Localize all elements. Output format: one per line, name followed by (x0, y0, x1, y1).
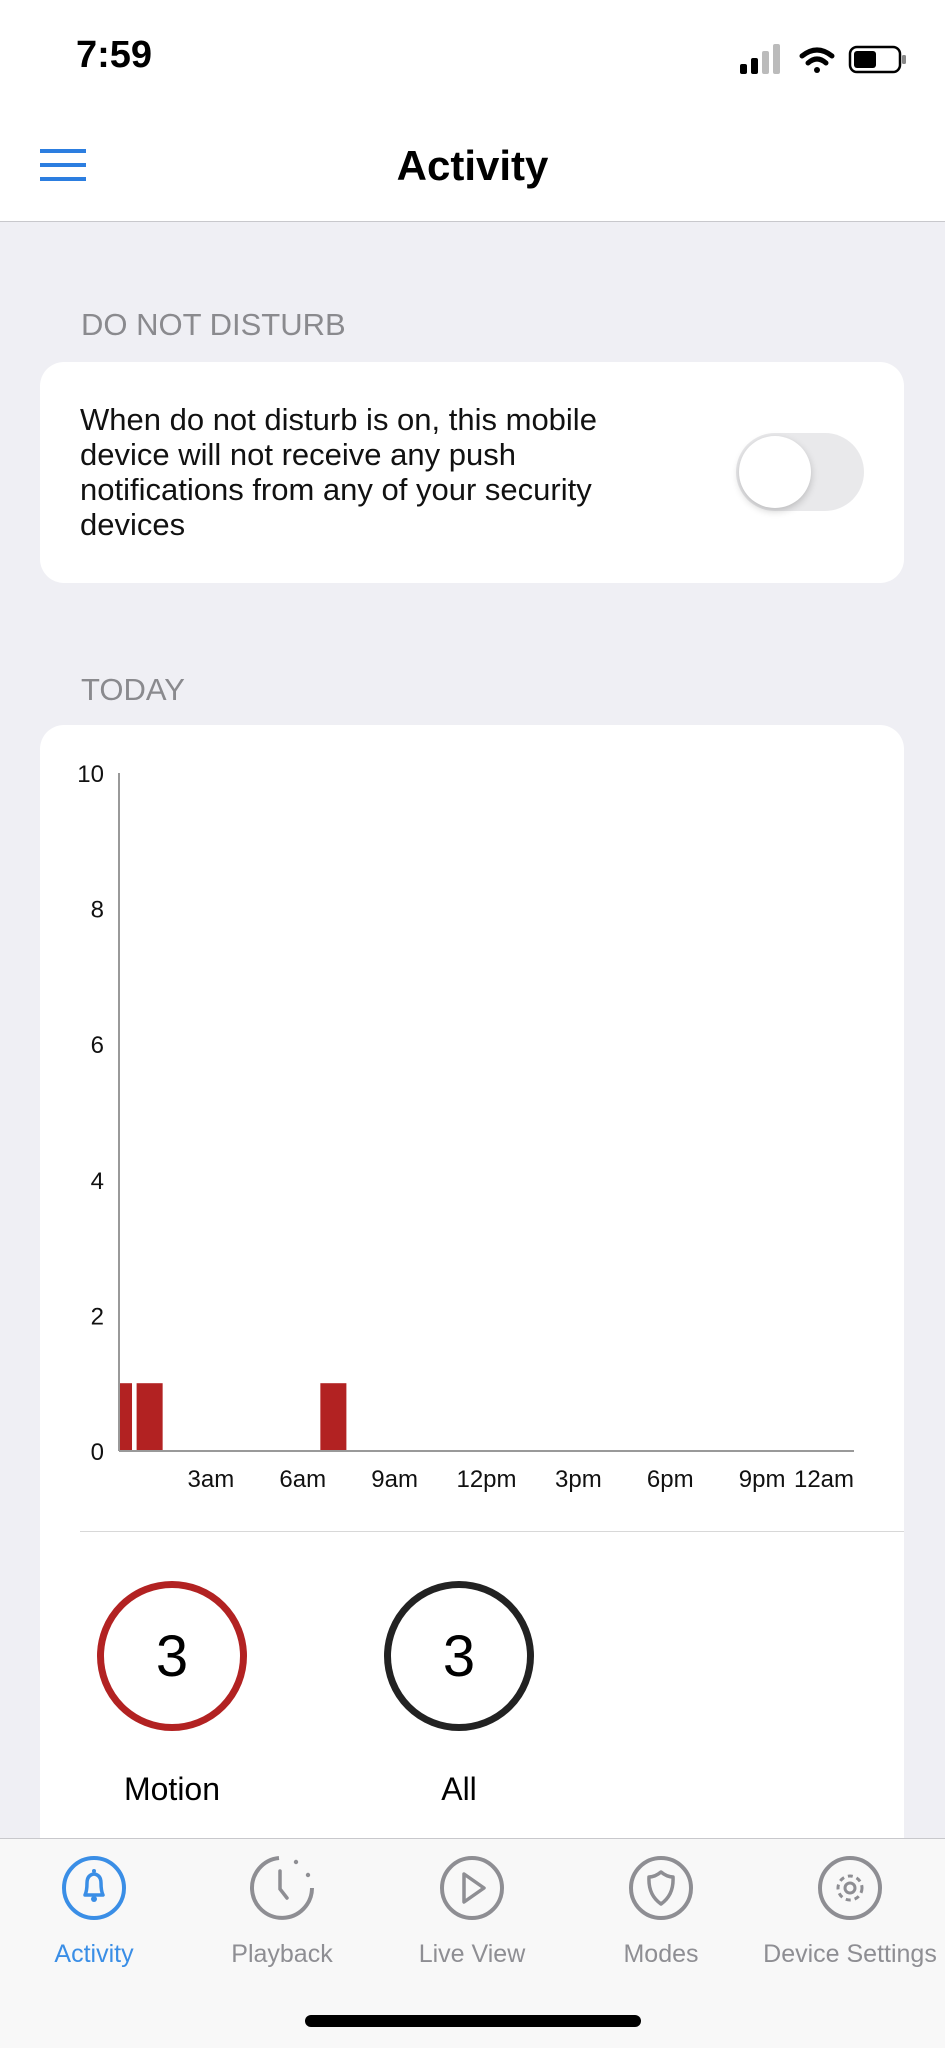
all-label: All (441, 1771, 477, 1807)
tab-playback[interactable]: Playback (187, 1855, 377, 1969)
tab-label: Live View (418, 1940, 526, 1968)
y-tick-label: 10 (77, 761, 104, 788)
divider (80, 1531, 904, 1532)
tab-bar: Activity Playback Live View Modes Device… (0, 1838, 945, 2048)
dnd-card: When do not disturb is on, this mobile d… (40, 362, 904, 583)
x-tick-label: 6pm (647, 1466, 694, 1493)
clock-icon (250, 1856, 314, 1920)
motion-label: Motion (123, 1771, 221, 1807)
tab-label: Modes (623, 1940, 699, 1968)
bell-icon (62, 1856, 126, 1920)
chart-bar (119, 1383, 133, 1451)
y-tick-label: 2 (91, 1303, 104, 1330)
x-tick-label: 3am (188, 1466, 235, 1493)
x-tick-label: 6am (279, 1466, 326, 1493)
battery-icon (848, 45, 906, 74)
toggle-knob[interactable] (739, 436, 811, 508)
play-icon (440, 1856, 504, 1920)
activity-chart: 0 2 4 6 8 10 3am 6am 9am 12pm 3pm 6pm 9pm 12am (77, 761, 854, 1493)
dnd-section-label: DO NOT DISTURB (81, 307, 346, 342)
all-count-circle: 3 (384, 1581, 534, 1731)
today-card: 0 2 4 6 8 10 3am 6am 9am 12pm 3pm 6pm 9pm 12am 3 Moti… (40, 725, 904, 1875)
y-tick-label: 6 (91, 1032, 104, 1059)
x-tick-label: 12pm (456, 1466, 516, 1493)
top-bar: 7:59 Activity (0, 0, 945, 222)
tab-modes[interactable]: Modes (566, 1855, 756, 1969)
page-title: Activity (396, 142, 549, 189)
chart-bar (136, 1383, 163, 1451)
shield-icon (629, 1856, 693, 1920)
chart-bar (320, 1383, 347, 1451)
x-tick-label: 12am (794, 1466, 854, 1493)
y-tick-label: 0 (91, 1439, 104, 1466)
x-tick-label: 9pm (739, 1466, 786, 1493)
tab-label: Playback (231, 1940, 333, 1968)
x-tick-label: 9am (371, 1466, 418, 1493)
dnd-toggle[interactable] (736, 433, 864, 511)
tab-device-settings[interactable]: Device Settings (745, 1855, 945, 1969)
summary-motion[interactable]: 3 (97, 1581, 247, 1731)
status-icons (740, 44, 906, 74)
signal-icon (740, 44, 780, 74)
wifi-icon (799, 47, 835, 73)
dnd-description: When do not disturb is on, this mobile d… (80, 402, 597, 542)
tab-label: Device Settings (763, 1940, 937, 1968)
home-indicator[interactable] (305, 2015, 641, 2027)
tab-label: Activity (54, 1940, 134, 1968)
summary-all[interactable]: 3 (384, 1581, 534, 1731)
gear-icon (818, 1856, 882, 1920)
motion-count-circle: 3 (97, 1581, 247, 1731)
y-tick-label: 8 (91, 897, 104, 924)
tab-live-view[interactable]: Live View (377, 1855, 567, 1969)
tab-activity[interactable]: Activity (0, 1855, 189, 1969)
today-section-label: TODAY (81, 672, 185, 707)
y-tick-label: 4 (91, 1168, 104, 1195)
x-tick-label: 3pm (555, 1466, 602, 1493)
status-time: 7:59 (76, 34, 153, 76)
